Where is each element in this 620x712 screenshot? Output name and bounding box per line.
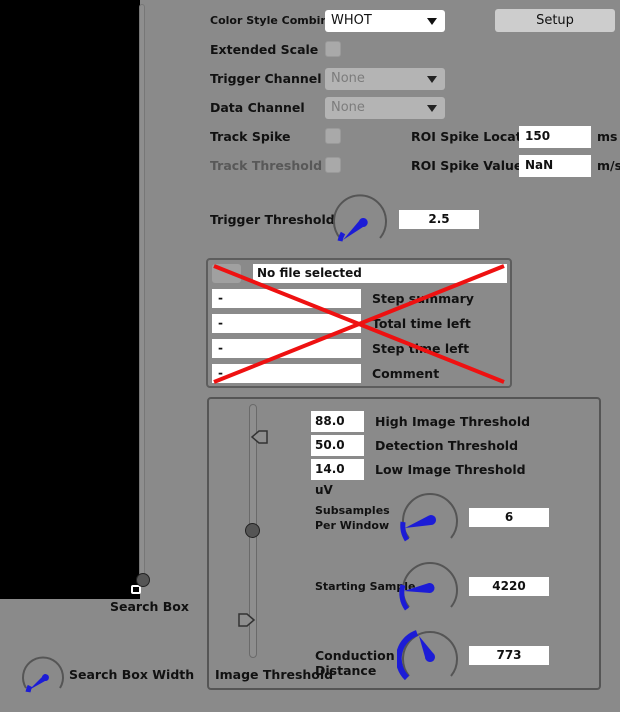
track-spike-checkbox[interactable]	[325, 128, 341, 144]
setup-button[interactable]: Setup	[495, 9, 615, 32]
track-threshold-checkbox[interactable]	[325, 157, 341, 173]
vertical-slider-track[interactable]	[139, 4, 145, 580]
roi-spike-location-input[interactable]: 150	[519, 126, 591, 148]
roi-spike-value-unit: m/s	[597, 158, 620, 173]
chevron-down-icon	[427, 76, 437, 83]
low-threshold-label: Low Image Threshold	[375, 462, 526, 477]
subsamples-input[interactable]: 6	[469, 508, 549, 527]
subsamples-knob[interactable]	[397, 486, 463, 546]
trigger-threshold-input[interactable]: 2.5	[399, 210, 479, 229]
data-channel-label: Data Channel	[210, 100, 305, 115]
trigger-threshold-knob[interactable]	[328, 188, 392, 246]
search-box-width-knob[interactable]	[18, 650, 68, 696]
subsamples-label-line1: Subsamples	[315, 504, 390, 517]
image-display[interactable]	[0, 0, 140, 599]
detection-threshold-thumb[interactable]	[245, 523, 260, 538]
detection-threshold-input[interactable]: 50.0 uV	[311, 435, 364, 473]
search-box-label: Search Box	[110, 599, 189, 614]
color-style-value: WHOT	[331, 13, 372, 28]
low-threshold-marker[interactable]	[236, 612, 256, 628]
roi-spike-value-label: ROI Spike Value	[411, 158, 523, 173]
subsamples-label-line2: Per Window	[315, 519, 390, 532]
roi-spike-value-input[interactable]: NaN	[519, 155, 591, 177]
search-box-slider-thumb[interactable]	[136, 573, 150, 587]
trigger-channel-label: Trigger Channel	[210, 71, 322, 86]
conduction-distance-knob[interactable]	[397, 624, 463, 684]
track-spike-label: Track Spike	[210, 129, 291, 144]
data-channel-value: None	[331, 100, 365, 115]
track-threshold-label: Track Threshold	[210, 158, 323, 173]
trigger-channel-value: None	[331, 71, 365, 86]
conduction-distance-input[interactable]: 773	[469, 646, 549, 665]
extended-scale-label: Extended Scale	[210, 42, 319, 57]
chevron-down-icon	[427, 18, 437, 25]
starting-sample-knob[interactable]	[397, 555, 463, 615]
roi-spike-location-unit: ms	[597, 129, 618, 144]
chevron-down-icon	[427, 105, 437, 112]
low-threshold-input[interactable]: 14.0 uV	[311, 459, 364, 497]
detection-threshold-label: Detection Threshold	[375, 438, 519, 453]
search-box-width-label: Search Box Width	[69, 667, 195, 682]
high-threshold-input[interactable]: 88.0 uV	[311, 411, 364, 449]
trigger-channel-select[interactable]: None	[325, 68, 445, 90]
high-threshold-label: High Image Threshold	[375, 414, 531, 429]
extended-scale-checkbox[interactable]	[325, 41, 341, 57]
conduction-distance-label-line2: Distance	[315, 663, 377, 678]
disabled-cross-icon	[213, 264, 505, 384]
starting-sample-input[interactable]: 4220	[469, 577, 549, 596]
data-channel-select[interactable]: None	[325, 97, 445, 119]
trigger-threshold-label: Trigger Threshold	[210, 212, 335, 227]
color-style-select[interactable]: WHOT	[325, 10, 445, 32]
conduction-distance-label-line1: Conduction	[315, 648, 395, 663]
high-threshold-marker[interactable]	[250, 429, 270, 445]
